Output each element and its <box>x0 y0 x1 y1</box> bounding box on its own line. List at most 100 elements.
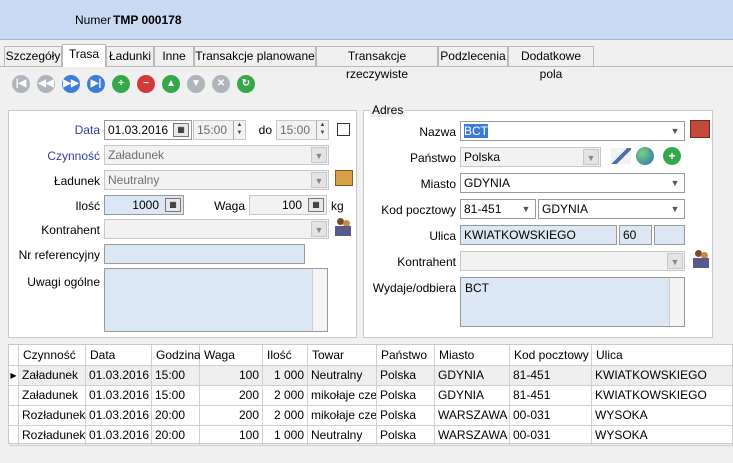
table-cell[interactable]: 81-451 <box>510 366 592 386</box>
table-cell[interactable]: Polska <box>377 386 435 406</box>
time-from-spinner-icon[interactable]: ▲ ▼ <box>233 121 245 139</box>
table-cell[interactable]: 01.03.2016 <box>86 366 152 386</box>
ladunek-select[interactable]: Neutralny ▼ <box>104 170 329 190</box>
table-cell[interactable]: 20:00 <box>152 406 200 426</box>
table-cell[interactable]: 100 <box>200 366 263 386</box>
chevron-down-icon[interactable]: ▼ <box>518 201 534 217</box>
waga-input[interactable]: 100 ▦ <box>249 195 327 215</box>
tab-inne[interactable]: Inne <box>154 46 194 66</box>
row-indicator[interactable]: ▶ <box>9 366 19 386</box>
time-from-input[interactable]: 15:00 ▲ ▼ <box>193 120 246 140</box>
col-ulica[interactable]: Ulica <box>592 345 733 366</box>
col-godzina[interactable]: Godzina <box>152 345 201 366</box>
tab-dodatkowe-pola[interactable]: Dodatkowe pola <box>508 46 594 81</box>
first-icon[interactable]: |◀ <box>12 75 30 93</box>
calendar-icon[interactable]: ▦ <box>173 123 189 137</box>
tab-transakcje-planowane[interactable]: Transakcje planowane <box>194 46 316 66</box>
calculator-icon[interactable]: ▦ <box>165 198 181 212</box>
col-ilosc[interactable]: Ilość <box>263 345 308 366</box>
eraser-icon[interactable] <box>611 148 631 164</box>
next-icon[interactable]: ▶▶ <box>62 75 80 93</box>
panstwo-select[interactable]: Polska ▼ <box>460 147 601 167</box>
table-cell[interactable]: Polska <box>377 366 435 386</box>
table-cell[interactable]: 00-031 <box>510 426 592 446</box>
last-icon[interactable]: ▶| <box>87 75 105 93</box>
col-panstwo[interactable]: Państwo <box>377 345 435 366</box>
tab-transakcje-rzeczywiste[interactable]: Transakcje rzeczywiste <box>316 46 438 81</box>
uwagi-scrollbar[interactable] <box>312 269 327 331</box>
table-cell[interactable]: WARSZAWA <box>435 426 510 446</box>
ulica-nr-input[interactable]: 60 <box>619 225 652 245</box>
table-cell[interactable]: 15:00 <box>152 386 200 406</box>
time-to-input[interactable]: 15:00 ▲ ▼ <box>276 120 329 140</box>
kod-city-select[interactable]: GDYNIA ▼ <box>538 199 685 219</box>
move-up-icon[interactable]: ▲ <box>162 75 180 93</box>
table-cell[interactable]: KWIATKOWSKIEGO <box>592 366 733 386</box>
col-miasto[interactable]: Miasto <box>435 345 510 366</box>
table-cell[interactable]: 01.03.2016 <box>86 386 152 406</box>
chevron-down-icon[interactable]: ▼ <box>667 201 683 217</box>
nazwa-select[interactable]: BCT ▼ <box>460 121 685 141</box>
table-cell[interactable]: mikołaje czekolad <box>308 406 377 426</box>
table-cell[interactable]: 2 000 <box>263 386 308 406</box>
contacts-icon[interactable] <box>693 250 711 270</box>
time-to-checkbox[interactable] <box>337 123 350 136</box>
package-icon[interactable] <box>335 170 353 186</box>
table-cell[interactable]: 20:00 <box>152 426 200 446</box>
tab-trasa[interactable]: Trasa <box>62 44 106 67</box>
table-cell[interactable]: Polska <box>377 426 435 446</box>
chevron-down-icon[interactable]: ▼ <box>583 149 599 165</box>
data-input[interactable]: 01.03.2016 ▦ <box>104 120 192 140</box>
col-towar[interactable]: Towar <box>308 345 377 366</box>
cancel-icon[interactable]: ✕ <box>212 75 230 93</box>
address-book-icon[interactable] <box>690 120 710 138</box>
globe-icon[interactable] <box>636 147 654 165</box>
calculator-icon[interactable]: ▦ <box>308 198 324 212</box>
wydaje-scrollbar[interactable] <box>669 278 684 326</box>
chevron-down-icon[interactable]: ▼ <box>667 175 683 191</box>
table-cell[interactable]: WYSOKA <box>592 426 733 446</box>
czynnosc-select[interactable]: Załadunek ▼ <box>104 145 329 165</box>
col-czynnosc[interactable]: Czynność <box>19 345 86 366</box>
table-cell[interactable]: WYSOKA <box>592 406 733 426</box>
table-cell[interactable]: 200 <box>200 406 263 426</box>
table-cell[interactable]: 01.03.2016 <box>86 406 152 426</box>
row-indicator[interactable] <box>9 406 19 426</box>
table-cell[interactable]: 1 000 <box>263 366 308 386</box>
ulica-nr2-input[interactable] <box>654 225 685 245</box>
table-cell[interactable]: Neutralny <box>308 366 377 386</box>
tab-podzlecenia[interactable]: Podzlecenia <box>438 46 508 66</box>
uwagi-textarea[interactable] <box>104 268 328 332</box>
table-cell[interactable]: 01.03.2016 <box>86 426 152 446</box>
chevron-down-icon[interactable]: ▼ <box>311 147 327 163</box>
nr-referencyjny-input[interactable] <box>104 244 305 264</box>
col-data[interactable]: Data <box>86 345 152 366</box>
table-cell[interactable]: WARSZAWA <box>435 406 510 426</box>
move-down-icon[interactable]: ▼ <box>187 75 205 93</box>
chevron-down-icon[interactable]: ▼ <box>311 221 327 237</box>
table-cell[interactable]: 1 000 <box>263 426 308 446</box>
table-cell[interactable]: 200 <box>200 386 263 406</box>
time-to-spinner-icon[interactable]: ▲ ▼ <box>316 121 328 139</box>
table-cell[interactable]: GDYNIA <box>435 386 510 406</box>
table-cell[interactable]: Polska <box>377 406 435 426</box>
miasto-select[interactable]: GDYNIA ▼ <box>460 173 685 193</box>
chevron-down-icon[interactable]: ▼ <box>667 123 683 139</box>
row-indicator[interactable] <box>9 386 19 406</box>
table-cell[interactable]: GDYNIA <box>435 366 510 386</box>
chevron-down-icon[interactable]: ▼ <box>667 253 683 269</box>
table-cell[interactable]: Załadunek <box>19 386 86 406</box>
table-cell[interactable]: 00-031 <box>510 406 592 426</box>
chevron-down-icon[interactable]: ▼ <box>311 172 327 188</box>
delete-icon[interactable]: − <box>137 75 155 93</box>
table-cell[interactable]: Neutralny <box>308 426 377 446</box>
table-cell[interactable]: 2 000 <box>263 406 308 426</box>
table-cell[interactable]: 81-451 <box>510 386 592 406</box>
add-icon[interactable]: + <box>112 75 130 93</box>
refresh-icon[interactable]: ↻ <box>237 75 255 93</box>
table-cell[interactable]: KWIATKOWSKIEGO <box>592 386 733 406</box>
ilosc-input[interactable]: 1000 ▦ <box>104 195 184 215</box>
kod-pocztowy-select[interactable]: 81-451 ▼ <box>460 199 536 219</box>
table-cell[interactable]: Rozładunek <box>19 426 86 446</box>
row-indicator[interactable] <box>9 426 19 446</box>
